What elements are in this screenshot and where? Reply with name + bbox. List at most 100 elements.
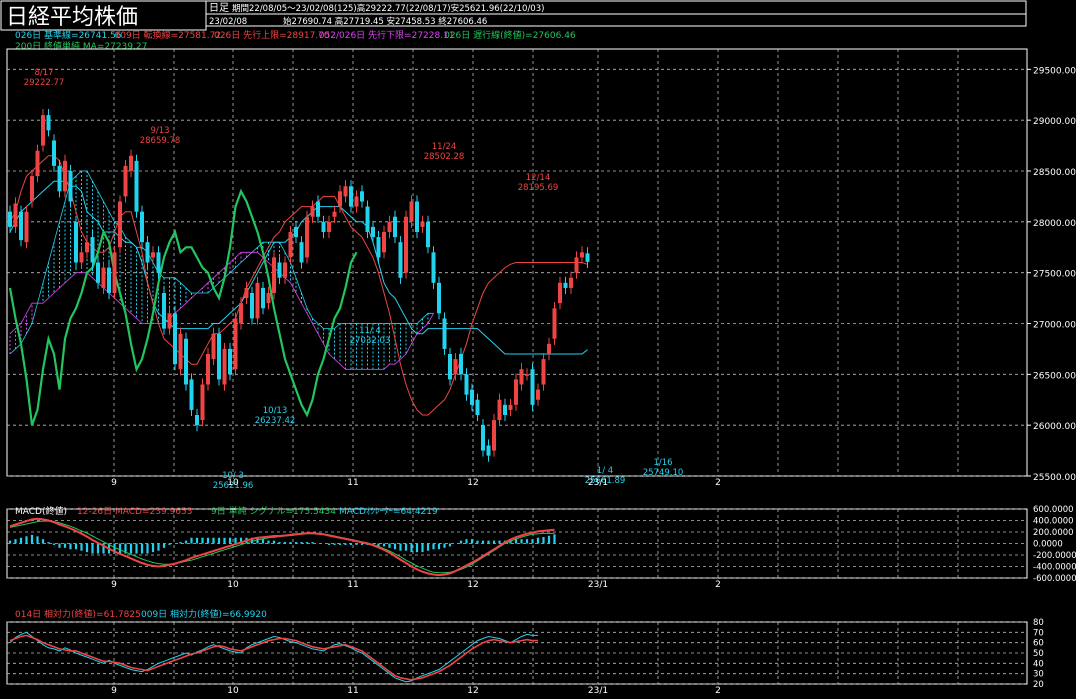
annotation-date: 1/16 bbox=[653, 458, 672, 468]
legend-item: 200日 終値単純 MA=27239.27 bbox=[15, 40, 147, 52]
y-tick-label: 27500.00 bbox=[1033, 270, 1076, 280]
y-tick-label: 40 bbox=[1033, 659, 1044, 669]
y-tick-label: 28500.00 bbox=[1033, 168, 1076, 178]
candle-body bbox=[118, 201, 122, 248]
candle-body bbox=[558, 282, 562, 304]
y-tick-label: 26000.00 bbox=[1033, 422, 1076, 432]
annotation-date: 10/13 bbox=[263, 406, 288, 416]
candle-body bbox=[585, 253, 590, 262]
y-tick-label: 0.0000 bbox=[1033, 540, 1063, 550]
candle-body bbox=[299, 242, 304, 263]
candle-body bbox=[343, 186, 348, 197]
x-tick-label: 10 bbox=[227, 580, 239, 590]
legend-item: 026日 基準線=26741.56 bbox=[15, 29, 122, 41]
candle-body bbox=[519, 369, 524, 385]
annotation-date: 1/ 4 bbox=[597, 466, 613, 476]
x-tick-label: 9 bbox=[111, 478, 117, 488]
candle-body bbox=[354, 196, 359, 207]
candle-body bbox=[13, 203, 18, 227]
rsi-y-axis: 80706050403020 bbox=[1033, 618, 1044, 690]
candle-body bbox=[497, 399, 502, 421]
candle-body bbox=[541, 359, 546, 385]
x-tick-label: 23/1 bbox=[588, 478, 608, 488]
ohlc-date: 23/02/08 bbox=[209, 17, 247, 27]
x-tick-label: 2 bbox=[715, 580, 721, 590]
annotation-value: 28659.78 bbox=[140, 136, 181, 146]
candle-body bbox=[244, 287, 249, 299]
candle-body bbox=[431, 252, 436, 283]
candle-body bbox=[173, 313, 177, 365]
candle-body bbox=[376, 237, 381, 258]
candle-body bbox=[393, 216, 397, 238]
candle-body bbox=[211, 333, 216, 360]
candle-body bbox=[178, 333, 183, 370]
candle-body bbox=[536, 389, 540, 400]
candle-body bbox=[200, 384, 205, 421]
candle-body bbox=[552, 308, 557, 339]
rsi-x-axis: 9 10 11 12 23/1 2 bbox=[111, 686, 721, 696]
candle-body bbox=[426, 221, 430, 248]
candle-body bbox=[68, 171, 73, 202]
candle-body bbox=[448, 354, 452, 380]
annotation-value: 28502.28 bbox=[424, 152, 465, 162]
candle-body bbox=[563, 282, 568, 288]
candle-body bbox=[327, 221, 331, 232]
x-tick-label: 10 bbox=[227, 478, 239, 488]
candle-body bbox=[145, 242, 150, 263]
y-tick-label: 27000.00 bbox=[1033, 321, 1076, 331]
rsi-legend-item: 014日 相対力(終値)=61.7825 bbox=[15, 608, 141, 620]
candle-body bbox=[382, 232, 386, 253]
legend-item: 026日 先行上限=28917.70 bbox=[214, 29, 330, 41]
candle-body bbox=[437, 282, 441, 314]
annotation-date: 11/24 bbox=[432, 142, 457, 152]
macd-y-axis: 600.0000 400.0000200.0000 0.0000-200.0000 -… bbox=[1033, 505, 1076, 584]
x-tick-label: 2 bbox=[715, 686, 721, 696]
candle-body bbox=[85, 242, 89, 253]
candle-body bbox=[288, 232, 293, 258]
macd-legend-item: 12-26日 MACD=239.9653 bbox=[77, 506, 192, 517]
legend-item: 052/026日 先行下限=27228.11 bbox=[319, 29, 455, 41]
ohlc-values: 始27690.74 高27719.45 安27458.53 終27606.46 bbox=[283, 16, 487, 27]
price-x-axis: 9 10 11 12 23/1 2 bbox=[111, 478, 721, 488]
candle-body bbox=[266, 293, 271, 304]
period-type: 日足 bbox=[209, 2, 229, 14]
candle-body bbox=[365, 206, 370, 232]
candle-body bbox=[206, 354, 210, 385]
candle-body bbox=[420, 221, 425, 227]
candle-body bbox=[151, 252, 155, 258]
candle-body bbox=[283, 262, 287, 278]
x-tick-label: 23/1 bbox=[588, 686, 608, 696]
candle-body bbox=[332, 211, 337, 217]
rsi-legend-item: 009日 相対力(終値)=66.9920 bbox=[141, 608, 267, 620]
y-tick-label: 26500.00 bbox=[1033, 371, 1076, 381]
x-tick-label: 12 bbox=[467, 580, 478, 590]
legend-item: 009日 転換線=27581.72 bbox=[115, 29, 222, 41]
x-tick-label: 10 bbox=[227, 686, 239, 696]
candle-body bbox=[90, 237, 95, 263]
candle-body bbox=[35, 150, 40, 177]
candle-body bbox=[371, 226, 375, 238]
candle-body bbox=[129, 155, 133, 171]
candle-body bbox=[415, 201, 419, 232]
candle-body bbox=[305, 216, 309, 258]
x-tick-label: 11 bbox=[347, 580, 358, 590]
candle-body bbox=[156, 252, 161, 273]
y-tick-label: 25500.00 bbox=[1033, 473, 1076, 483]
x-tick-label: 9 bbox=[111, 686, 117, 696]
candle-body bbox=[30, 176, 34, 202]
x-tick-label: 12 bbox=[467, 686, 478, 696]
candle-body bbox=[404, 216, 408, 273]
page-title: 日経平均株価 bbox=[6, 5, 138, 30]
x-tick-label: 9 bbox=[111, 580, 117, 590]
candle-body bbox=[574, 257, 579, 273]
y-tick-label: 20 bbox=[1033, 680, 1044, 690]
candle-body bbox=[140, 211, 144, 243]
macd-x-axis: 9 10 11 12 23/1 2 bbox=[111, 580, 721, 590]
candle-body bbox=[492, 420, 496, 451]
macd-legend-item: MACD(終値) bbox=[15, 505, 67, 517]
candle-body bbox=[464, 374, 469, 395]
candle-body bbox=[453, 359, 458, 375]
candle-body bbox=[514, 379, 518, 405]
candle-body bbox=[486, 445, 491, 456]
candle-body bbox=[349, 186, 353, 207]
